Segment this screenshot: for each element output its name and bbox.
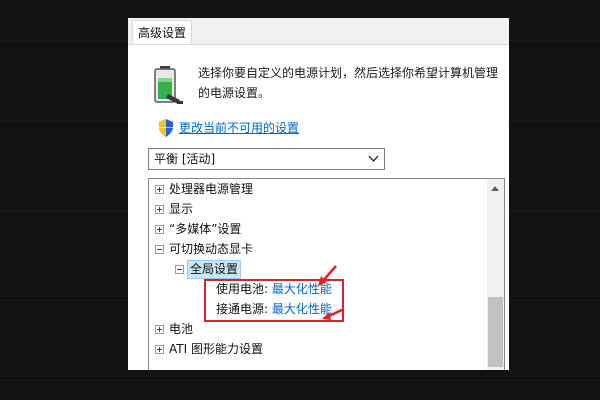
- tree-item-label: ATI 图形能力设置: [169, 342, 263, 356]
- scroll-thumb[interactable]: [488, 297, 503, 367]
- tree-item-label: 可切换动态显卡: [169, 242, 254, 256]
- tree-item-label: 电池: [169, 322, 194, 336]
- vertical-scrollbar[interactable]: [487, 179, 504, 370]
- description-text: 选择你要自定义的电源计划，然后选择你希望计算机管理的电源设置。: [198, 66, 499, 100]
- tree-item-label: 显示: [169, 202, 194, 216]
- tab-strip: 高级设置: [128, 18, 509, 45]
- expand-plus-icon[interactable]: [155, 205, 164, 214]
- scroll-up-arrow-icon[interactable]: [491, 186, 499, 191]
- uac-shield-icon: [159, 119, 173, 137]
- tree-item-label: “多媒体”设置: [169, 222, 242, 236]
- expand-plus-icon[interactable]: [155, 345, 164, 354]
- tree-item-label-selected: 全局设置: [187, 260, 242, 279]
- collapse-minus-icon[interactable]: [175, 265, 184, 274]
- battery-power-plan-icon: [154, 66, 183, 104]
- power-plan-select[interactable]: 平衡 [活动]: [148, 148, 385, 170]
- collapse-minus-icon[interactable]: [155, 245, 164, 254]
- tree-item-label: 处理器电源管理: [169, 182, 254, 196]
- expand-plus-icon[interactable]: [155, 325, 164, 334]
- change-unavailable-settings-link[interactable]: 更改当前不可用的设置: [179, 119, 299, 137]
- tab-advanced-settings[interactable]: 高级设置: [132, 20, 192, 44]
- chevron-down-icon: [368, 155, 379, 163]
- power-plan-value: 平衡 [活动]: [154, 152, 216, 166]
- expand-plus-icon[interactable]: [155, 185, 164, 194]
- expand-plus-icon[interactable]: [155, 225, 164, 234]
- annotation-arrows: [318, 265, 345, 320]
